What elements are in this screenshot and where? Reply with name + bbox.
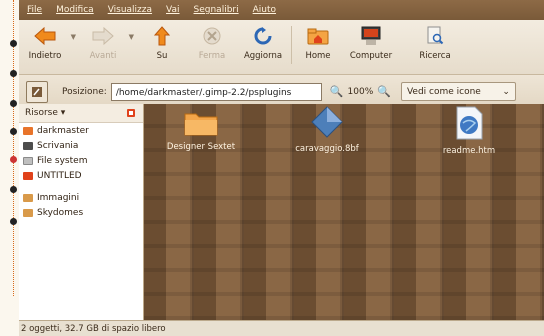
guide-bullet	[10, 218, 17, 225]
file-name: caravaggio.8bf	[295, 144, 359, 154]
status-bar: 2 oggetti, 32.7 GB di spazio libero	[19, 320, 544, 336]
stop-button[interactable]: Ferma	[195, 24, 229, 61]
forward-arrow-icon	[91, 24, 115, 48]
sidebar-item-label: Immagini	[37, 192, 80, 203]
menu-view[interactable]: Visualizza	[108, 5, 152, 15]
file-item[interactable]: Designer Sextet	[156, 110, 246, 152]
guide-bullet	[10, 156, 17, 163]
menu-file[interactable]: File	[27, 5, 42, 15]
file-view: Designer Sextet caravaggio.8bf readme.ht…	[144, 104, 544, 320]
reload-button[interactable]: Aggiorna	[241, 24, 285, 61]
guide-bullet	[10, 40, 17, 47]
toolbar: Indietro ▼ Avanti ▼ Su Ferma Aggiorna Ho…	[19, 20, 544, 75]
up-arrow-icon	[150, 24, 174, 48]
chevron-down-icon: ▾	[60, 108, 66, 118]
computer-icon	[359, 24, 383, 48]
zoom-level[interactable]: 100%	[348, 87, 374, 97]
close-icon[interactable]	[127, 109, 135, 117]
plugin-diamond-icon	[311, 106, 343, 138]
file-name: Designer Sextet	[166, 142, 236, 152]
sidebar-item-label: Scrivania	[37, 140, 79, 151]
reload-icon	[251, 24, 275, 48]
toggle-location-button[interactable]	[26, 80, 48, 103]
sidebar-item-skydomes[interactable]: Skydomes	[19, 205, 143, 220]
reload-label: Aggiorna	[243, 51, 283, 61]
back-label: Indietro	[28, 51, 62, 61]
forward-label: Avanti	[89, 51, 117, 61]
zoom-control: 🔍 100% 🔍	[330, 85, 391, 98]
sidebar-mode-select[interactable]: Risorse ▾	[25, 108, 65, 118]
view-mode-value: Vedi come icone	[406, 86, 481, 97]
html-document-icon	[456, 106, 483, 140]
search-button[interactable]: Ricerca	[412, 24, 458, 61]
computer-label: Computer	[349, 51, 393, 61]
menubar: File Modifica Visualizza Vai Segnalibri …	[19, 0, 544, 20]
folder-icon	[23, 193, 33, 202]
sidebar-item-label: UNTITLED	[37, 170, 82, 181]
pencil-edit-icon	[32, 86, 42, 97]
sidebar-item-desktop[interactable]: Scrivania	[19, 138, 143, 153]
view-mode-select[interactable]: Vedi come icone ⌄	[400, 82, 516, 101]
sidebar-item-label: darkmaster	[37, 125, 89, 136]
home-folder-icon	[306, 24, 330, 48]
sidebar: Risorse ▾ darkmaster Scrivania File syst…	[19, 104, 144, 320]
computer-button[interactable]: Computer	[346, 24, 396, 61]
home-button[interactable]: Home	[298, 24, 338, 61]
sidebar-mode-label: Risorse	[25, 108, 58, 118]
menu-bookmarks[interactable]: Segnalibri	[194, 5, 239, 15]
guide-bullet	[10, 100, 17, 107]
back-arrow-icon	[33, 24, 57, 48]
chevron-down-icon[interactable]: ▼	[71, 33, 76, 41]
file-name: readme.htm	[442, 146, 496, 156]
guide-bullet	[10, 70, 17, 77]
up-label: Su	[156, 51, 168, 61]
menu-go[interactable]: Vai	[166, 5, 179, 15]
stop-label: Ferma	[198, 51, 226, 61]
home-folder-icon	[23, 126, 33, 135]
sidebar-item-label: File system	[37, 155, 88, 166]
sidebar-item-home[interactable]: darkmaster	[19, 123, 143, 138]
file-item[interactable]: readme.htm	[429, 106, 509, 156]
chevron-down-icon: ⌄	[502, 86, 510, 97]
zoom-in-icon[interactable]: 🔍	[377, 85, 391, 98]
file-browser-window: File Modifica Visualizza Vai Segnalibri …	[19, 0, 544, 336]
chevron-down-icon[interactable]: ▼	[129, 33, 134, 41]
location-label: Posizione:	[62, 86, 107, 97]
stop-icon	[200, 24, 224, 48]
search-label: Ricerca	[419, 51, 451, 61]
removable-drive-icon	[23, 171, 33, 180]
folder-icon	[23, 208, 33, 217]
sidebar-item-untitled[interactable]: UNTITLED	[19, 168, 143, 183]
sidebar-header: Risorse ▾	[19, 104, 143, 123]
folder-icon	[184, 113, 218, 136]
menu-edit[interactable]: Modifica	[56, 5, 94, 15]
desktop-icon	[23, 141, 33, 150]
menu-help[interactable]: Aiuto	[253, 5, 276, 15]
zoom-out-icon[interactable]: 🔍	[330, 85, 344, 98]
status-text: 2 oggetti, 32.7 GB di spazio libero	[21, 323, 166, 334]
sidebar-item-immagini[interactable]: Immagini	[19, 190, 143, 205]
guide-bullet	[10, 186, 17, 193]
guide-bullet	[10, 128, 17, 135]
sidebar-item-filesystem[interactable]: File system	[19, 153, 143, 168]
up-button[interactable]: Su	[145, 24, 179, 61]
sidebar-separator	[19, 183, 143, 190]
toolbar-separator	[291, 26, 292, 64]
forward-button[interactable]: Avanti ▼	[81, 24, 134, 61]
home-label: Home	[305, 51, 331, 61]
back-button[interactable]: Indietro ▼	[23, 24, 76, 61]
sidebar-item-label: Skydomes	[37, 207, 84, 218]
location-input[interactable]: /home/darkmaster/.gimp-2.2/psplugins	[110, 82, 322, 101]
search-icon	[423, 24, 447, 48]
file-item[interactable]: caravaggio.8bf	[287, 106, 367, 154]
harddisk-icon	[23, 156, 33, 165]
